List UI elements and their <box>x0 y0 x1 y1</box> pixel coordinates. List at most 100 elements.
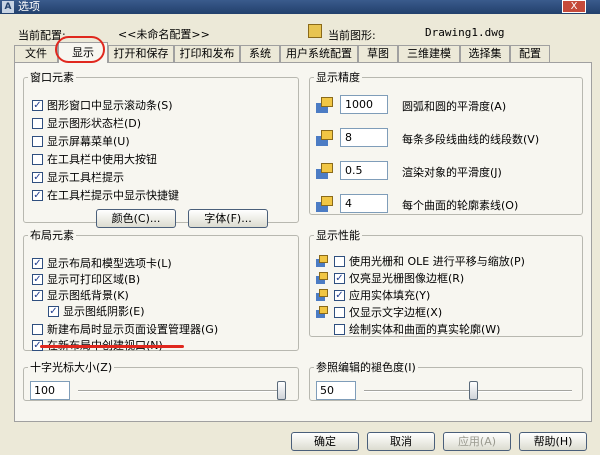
checkbox-tooltips[interactable]: 显示工具栏提示 <box>32 169 124 185</box>
checkbox-screen-menu[interactable]: 显示屏幕菜单(U) <box>32 133 130 149</box>
checkbox-box[interactable] <box>334 255 345 267</box>
display-resolution-group: 显示精度 1000 圆弧和圆的平滑度(A) 8 每条多段线曲线的线段数(V) 0… <box>309 69 583 215</box>
checkbox-box[interactable] <box>32 117 43 129</box>
checkbox-label: 应用实体填充(Y) <box>349 289 431 302</box>
checkbox-box[interactable] <box>32 171 43 183</box>
checkbox-box[interactable] <box>32 135 43 147</box>
checkbox-label: 显示布局和模型选项卡(L) <box>47 257 172 270</box>
checkbox-box[interactable] <box>32 99 43 111</box>
checkbox-solid-fill[interactable]: 应用实体填充(Y) <box>334 287 430 303</box>
checkbox-label: 仅亮显光栅图像边框(R) <box>349 272 465 285</box>
display-resolution-title: 显示精度 <box>316 71 360 84</box>
checkbox-label: 图形窗口中显示滚动条(S) <box>47 99 173 112</box>
checkbox-box[interactable] <box>334 272 345 284</box>
crosshair-size-title: 十字光标大小(Z) <box>30 361 113 374</box>
tab-3d-modeling[interactable]: 三维建模 <box>398 45 460 62</box>
crosshair-size-slider-thumb[interactable] <box>277 381 286 400</box>
checkbox-label: 使用光栅和 OLE 进行平移与缩放(P) <box>349 255 525 268</box>
checkbox-raster-frame-only[interactable]: 仅亮显光栅图像边框(R) <box>334 270 464 286</box>
resolution-icon <box>316 196 334 212</box>
arc-smoothness-label: 圆弧和圆的平滑度(A) <box>402 100 507 113</box>
display-performance-group: 显示性能 使用光栅和 OLE 进行平移与缩放(P) 仅亮显光栅图像边框(R) 应… <box>309 227 583 337</box>
current-profile-value: <<未命名配置>> <box>118 28 210 41</box>
performance-icon <box>316 289 328 301</box>
checkbox-box[interactable] <box>32 257 43 269</box>
checkbox-text-frame-only[interactable]: 仅显示文字边框(X) <box>334 304 442 320</box>
colors-button[interactable]: 颜色(C)... <box>96 209 176 228</box>
resolution-icon <box>316 97 334 113</box>
autocad-app-icon: A <box>2 1 14 13</box>
checkbox-box[interactable] <box>32 323 43 335</box>
ok-button[interactable]: 确定 <box>291 432 359 451</box>
checkbox-label: 显示屏幕菜单(U) <box>47 135 130 148</box>
tab-system[interactable]: 系统 <box>240 45 280 62</box>
polyline-segments-label: 每条多段线曲线的线段数(V) <box>402 133 540 146</box>
fonts-button[interactable]: 字体(F)... <box>188 209 268 228</box>
polyline-segments-input[interactable]: 8 <box>340 128 388 147</box>
checkbox-scrollbars[interactable]: 图形窗口中显示滚动条(S) <box>32 97 173 113</box>
display-performance-title: 显示性能 <box>316 229 360 242</box>
current-drawing-label: 当前图形: <box>328 29 376 42</box>
layout-elements-group: 布局元素 显示布局和模型选项卡(L) 显示可打印区域(B) 显示图纸背景(K) … <box>23 227 299 352</box>
checkbox-box[interactable] <box>32 273 43 285</box>
checkbox-true-silhouettes[interactable]: 绘制实体和曲面的真实轮廓(W) <box>334 321 500 337</box>
checkbox-box[interactable] <box>334 323 345 335</box>
resolution-icon <box>316 163 334 179</box>
checkbox-label: 在工具栏中使用大按钮 <box>47 153 157 166</box>
checkbox-box[interactable] <box>334 289 345 301</box>
tab-selection[interactable]: 选择集 <box>460 45 510 62</box>
checkbox-label: 显示图形状态栏(D) <box>47 117 142 130</box>
tab-display[interactable]: 显示 <box>58 42 108 63</box>
checkbox-page-setup-manager[interactable]: 新建布局时显示页面设置管理器(G) <box>32 321 218 337</box>
checkbox-label: 仅显示文字边框(X) <box>349 306 443 319</box>
checkbox-shortcut-keys[interactable]: 在工具栏提示中显示快捷键 <box>32 187 179 203</box>
red-underline-annotation <box>40 345 184 348</box>
title-bar: A 选项 X <box>0 0 600 14</box>
crosshair-size-input[interactable]: 100 <box>30 381 70 400</box>
render-smoothness-input[interactable]: 0.5 <box>340 161 388 180</box>
arc-smoothness-input[interactable]: 1000 <box>340 95 388 114</box>
checkbox-status-bar[interactable]: 显示图形状态栏(D) <box>32 115 141 131</box>
checkbox-label: 显示图纸背景(K) <box>47 289 129 302</box>
crosshair-size-track <box>78 390 286 392</box>
cancel-button[interactable]: 取消 <box>367 432 435 451</box>
performance-icon <box>316 255 328 267</box>
checkbox-label: 显示可打印区域(B) <box>47 273 141 286</box>
checkbox-layout-model-tabs[interactable]: 显示布局和模型选项卡(L) <box>32 255 172 271</box>
window-elements-group: 窗口元素 图形窗口中显示滚动条(S) 显示图形状态栏(D) 显示屏幕菜单(U) … <box>23 69 299 228</box>
crosshair-size-group: 十字光标大小(Z) 100 <box>23 359 299 401</box>
checkbox-box[interactable] <box>32 289 43 301</box>
checkbox-box[interactable] <box>32 189 43 201</box>
current-profile-label: 当前配置: <box>18 29 66 42</box>
checkbox-large-buttons[interactable]: 在工具栏中使用大按钮 <box>32 151 157 167</box>
tab-drafting[interactable]: 草图 <box>358 45 398 62</box>
xref-fading-group: 参照编辑的褪色度(I) 50 <box>309 359 583 401</box>
xref-fading-input[interactable]: 50 <box>316 381 356 400</box>
tab-strip: 文件 显示 打开和保存 打印和发布 系统 用户系统配置 草图 三维建模 选择集 … <box>14 42 594 63</box>
checkbox-box[interactable] <box>32 153 43 165</box>
checkbox-paper-background[interactable]: 显示图纸背景(K) <box>32 287 129 303</box>
render-smoothness-label: 渲染对象的平滑度(J) <box>402 166 502 179</box>
checkbox-paper-shadow[interactable]: 显示图纸阴影(E) <box>48 303 145 319</box>
resolution-icon <box>316 130 334 146</box>
help-button[interactable]: 帮助(H) <box>519 432 587 451</box>
checkbox-box[interactable] <box>48 305 59 317</box>
close-button[interactable]: X <box>562 0 586 13</box>
tab-open-save[interactable]: 打开和保存 <box>108 45 174 62</box>
checkbox-label: 显示工具栏提示 <box>47 171 124 184</box>
tab-plot-publish[interactable]: 打印和发布 <box>174 45 240 62</box>
checkbox-box[interactable] <box>334 306 345 318</box>
drawing-file-icon <box>308 24 322 38</box>
xref-fading-slider-thumb[interactable] <box>469 381 478 400</box>
apply-button[interactable]: 应用(A) <box>443 432 511 451</box>
checkbox-printable-area[interactable]: 显示可打印区域(B) <box>32 271 140 287</box>
display-tab-panel: 窗口元素 图形窗口中显示滚动条(S) 显示图形状态栏(D) 显示屏幕菜单(U) … <box>14 62 592 422</box>
window-elements-title: 窗口元素 <box>30 71 74 84</box>
tab-profiles[interactable]: 配置 <box>510 45 550 62</box>
tab-user-preferences[interactable]: 用户系统配置 <box>280 45 358 62</box>
checkbox-raster-ole-pan-zoom[interactable]: 使用光栅和 OLE 进行平移与缩放(P) <box>334 253 525 269</box>
xref-fading-track <box>364 390 572 392</box>
contour-lines-input[interactable]: 4 <box>340 194 388 213</box>
tab-files[interactable]: 文件 <box>14 45 58 62</box>
contour-lines-label: 每个曲面的轮廓素线(O) <box>402 199 519 212</box>
